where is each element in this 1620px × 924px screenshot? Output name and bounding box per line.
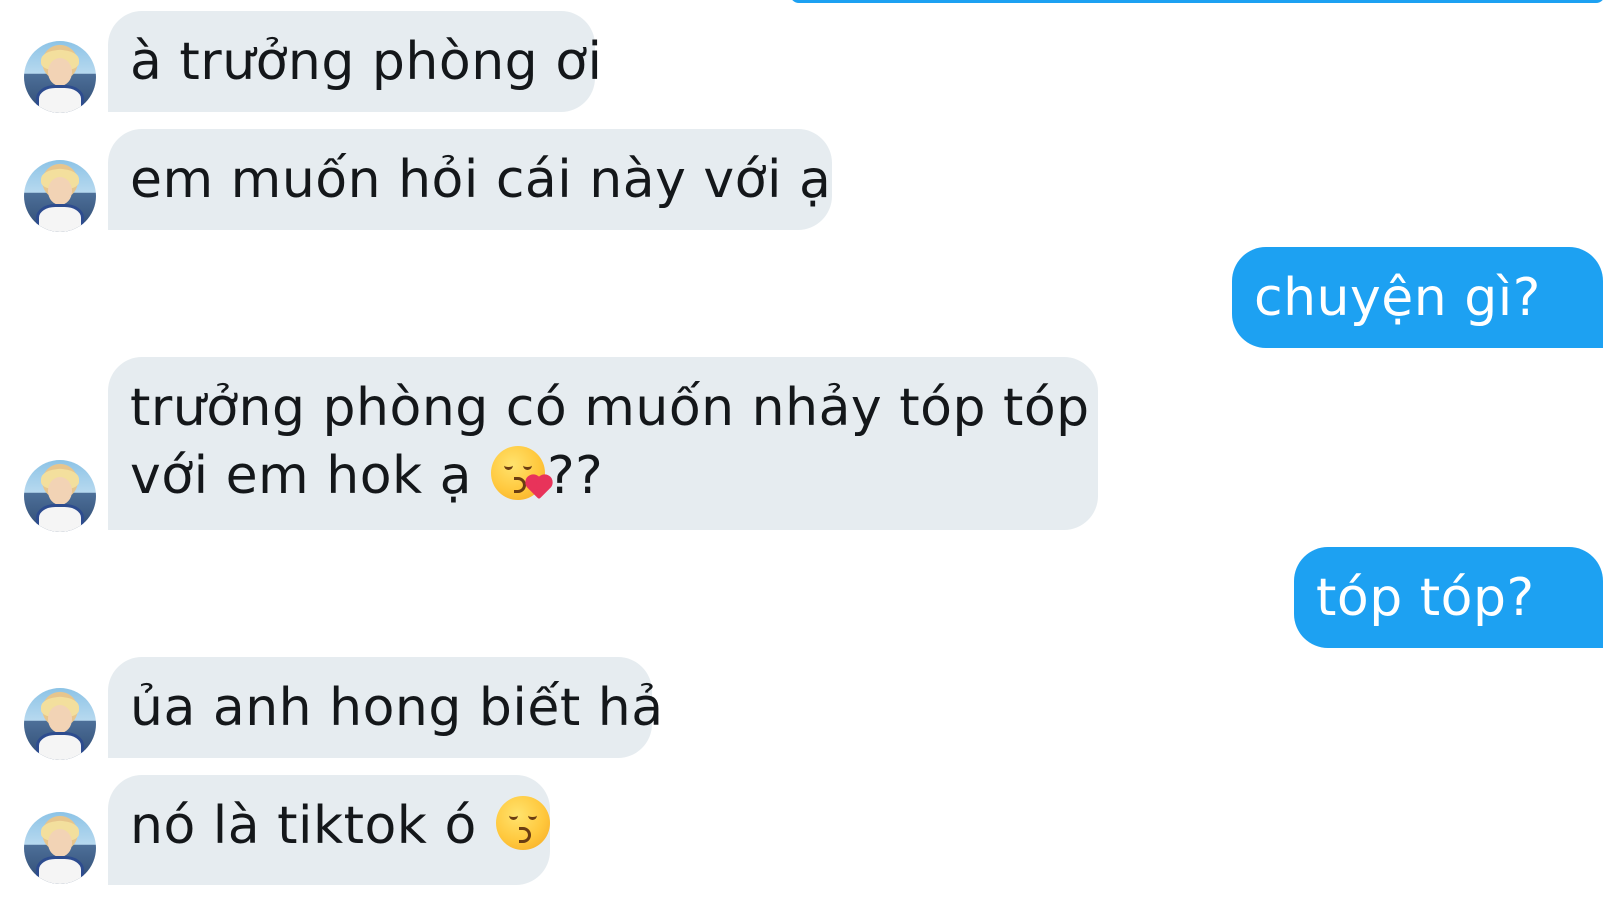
message-text-line: với em hok ạ ?? bbox=[130, 442, 1076, 510]
avatar-face bbox=[48, 177, 72, 205]
message-bubble-outgoing[interactable]: tóp tóp? bbox=[1294, 547, 1603, 648]
chat-thread: à trưởng phòng ơi em muốn hỏi cái này vớ… bbox=[0, 0, 1620, 924]
message-text: ủa anh hong biết hả bbox=[130, 678, 664, 738]
sender-avatar[interactable] bbox=[24, 688, 96, 760]
message-text: à trưởng phòng ơi bbox=[130, 32, 603, 92]
avatar-face bbox=[48, 58, 72, 86]
message-bubble-outgoing[interactable]: chuyện gì? bbox=[1232, 247, 1603, 348]
sender-avatar[interactable] bbox=[24, 812, 96, 884]
message-bubble-incoming[interactable]: nó là tiktok ó bbox=[108, 775, 550, 885]
sender-avatar[interactable] bbox=[24, 41, 96, 113]
sender-avatar[interactable] bbox=[24, 460, 96, 532]
face-blowing-a-kiss-icon bbox=[491, 446, 551, 500]
message-bubble-incoming[interactable]: à trưởng phòng ơi bbox=[108, 11, 602, 112]
message-text: chuyện gì? bbox=[1254, 268, 1541, 328]
avatar-shirt bbox=[36, 732, 84, 760]
sender-avatar[interactable] bbox=[24, 160, 96, 232]
avatar-shirt bbox=[36, 504, 84, 532]
message-text: nó là tiktok ó bbox=[130, 796, 494, 856]
avatar-shirt bbox=[36, 856, 84, 884]
previous-outgoing-bubble-edge bbox=[790, 0, 1605, 3]
message-text-line: trưởng phòng có muốn nhảy tóp tóp bbox=[130, 378, 1090, 438]
message-text: tóp tóp? bbox=[1316, 568, 1535, 628]
avatar-face bbox=[48, 829, 72, 857]
message-bubble-incoming[interactable]: trưởng phòng có muốn nhảy tóp tóp với em… bbox=[108, 357, 1098, 530]
message-text: em muốn hỏi cái này với ạ bbox=[130, 150, 832, 210]
avatar-shirt bbox=[36, 85, 84, 113]
message-bubble-incoming[interactable]: em muốn hỏi cái này với ạ bbox=[108, 129, 832, 230]
avatar-face bbox=[48, 477, 72, 505]
avatar-shirt bbox=[36, 204, 84, 232]
message-text: ?? bbox=[547, 446, 604, 506]
kissing-face-with-closed-eyes-icon bbox=[495, 796, 550, 850]
message-bubble-incoming[interactable]: ủa anh hong biết hả bbox=[108, 657, 663, 758]
avatar-face bbox=[48, 705, 72, 733]
message-text: với em hok ạ bbox=[130, 446, 490, 506]
